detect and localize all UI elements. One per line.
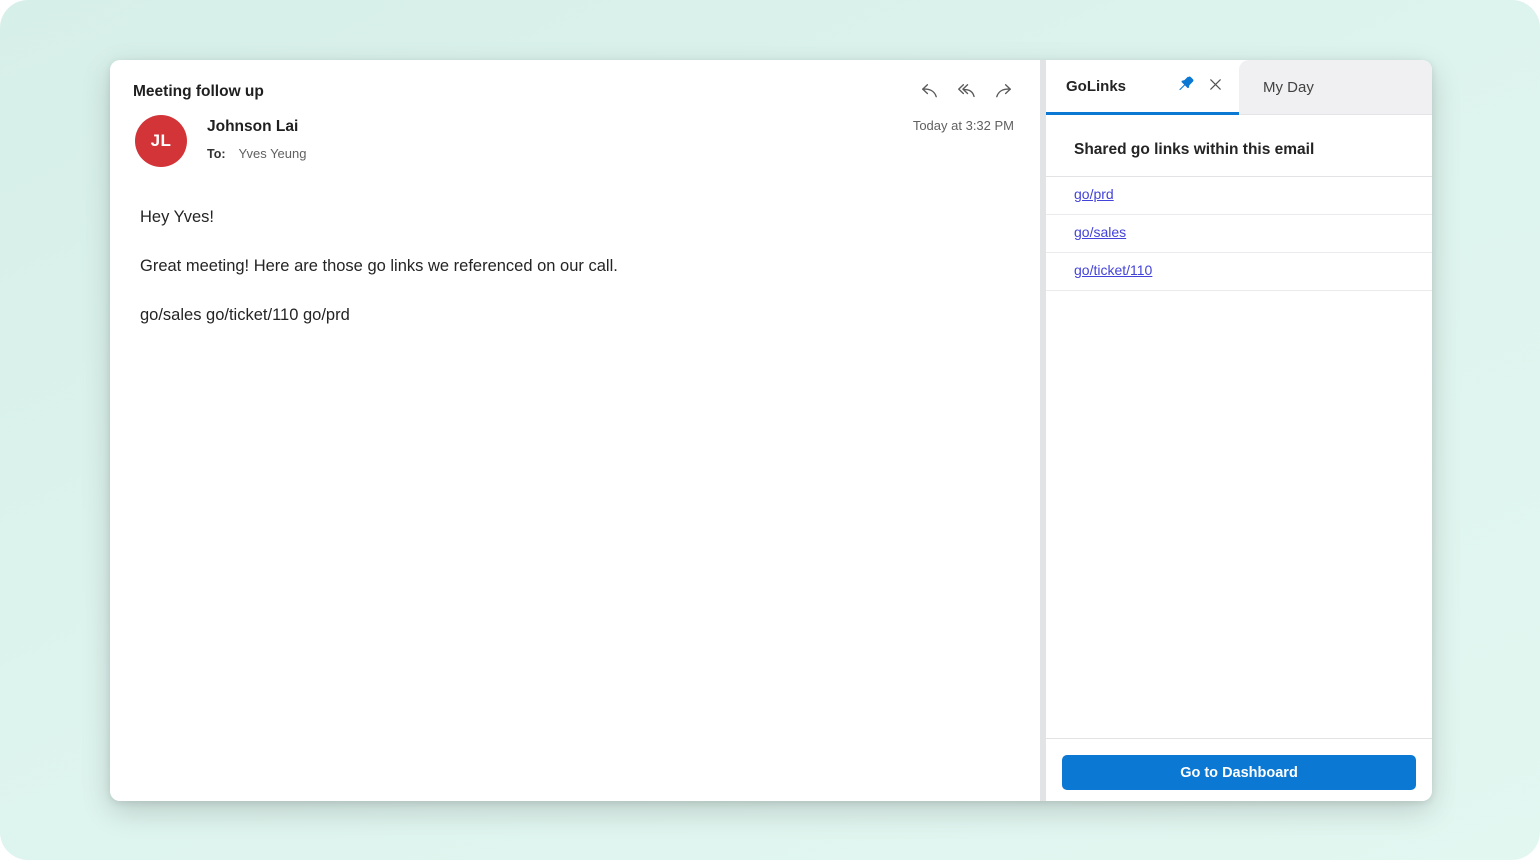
reply-all-button[interactable] — [955, 82, 977, 102]
reply-button[interactable] — [918, 82, 940, 102]
forward-button[interactable] — [992, 82, 1014, 102]
pane-heading: Shared go links within this email — [1074, 141, 1404, 159]
pane-footer: Go to Dashboard — [1046, 738, 1432, 801]
list-item: go/prd — [1046, 177, 1432, 215]
list-item: go/sales — [1046, 215, 1432, 253]
email-subject: Meeting follow up — [133, 83, 264, 101]
tab-golinks-label: GoLinks — [1066, 78, 1167, 95]
sender-avatar[interactable]: JL — [135, 115, 187, 167]
desktop-background: Meeting follow up — [0, 0, 1540, 860]
go-link[interactable]: go/sales — [1074, 224, 1126, 240]
go-to-dashboard-button[interactable]: Go to Dashboard — [1062, 755, 1416, 790]
reply-icon — [919, 82, 940, 102]
email-reading-pane: Meeting follow up — [110, 60, 1040, 801]
outlook-window: Meeting follow up — [110, 60, 1432, 801]
go-link[interactable]: go/ticket/110 — [1074, 262, 1152, 278]
go-link[interactable]: go/prd — [1074, 186, 1114, 202]
email-body: Hey Yves! Great meeting! Here are those … — [110, 167, 1040, 801]
sender-row: JL Johnson Lai To: Yves Yeung Today at 3… — [133, 115, 1014, 167]
tab-my-day[interactable]: My Day — [1239, 60, 1432, 115]
to-label: To: — [207, 147, 226, 161]
list-item: go/ticket/110 — [1046, 253, 1432, 291]
sender-name: Johnson Lai — [207, 118, 913, 136]
pin-icon — [1176, 75, 1195, 97]
tab-my-day-label: My Day — [1263, 79, 1314, 96]
email-paragraph: go/sales go/ticket/110 go/prd — [140, 304, 1010, 327]
addin-sidebar: GoLinks — [1046, 60, 1432, 801]
email-header: Meeting follow up — [110, 60, 1040, 167]
addin-tab-row: GoLinks — [1046, 60, 1432, 115]
pin-button[interactable] — [1173, 74, 1197, 98]
tab-golinks[interactable]: GoLinks — [1046, 60, 1239, 115]
reply-all-icon — [956, 82, 977, 102]
email-paragraph: Hey Yves! — [140, 206, 1010, 229]
close-icon — [1207, 76, 1224, 96]
recipient-name: Yves Yeung — [239, 146, 307, 161]
email-paragraph: Great meeting! Here are those go links w… — [140, 255, 1010, 278]
forward-icon — [993, 82, 1014, 102]
close-pane-button[interactable] — [1203, 74, 1227, 98]
email-timestamp: Today at 3:32 PM — [913, 118, 1014, 167]
email-action-bar — [918, 82, 1014, 102]
golinks-pane-content: Shared go links within this email go/prd… — [1046, 115, 1432, 738]
